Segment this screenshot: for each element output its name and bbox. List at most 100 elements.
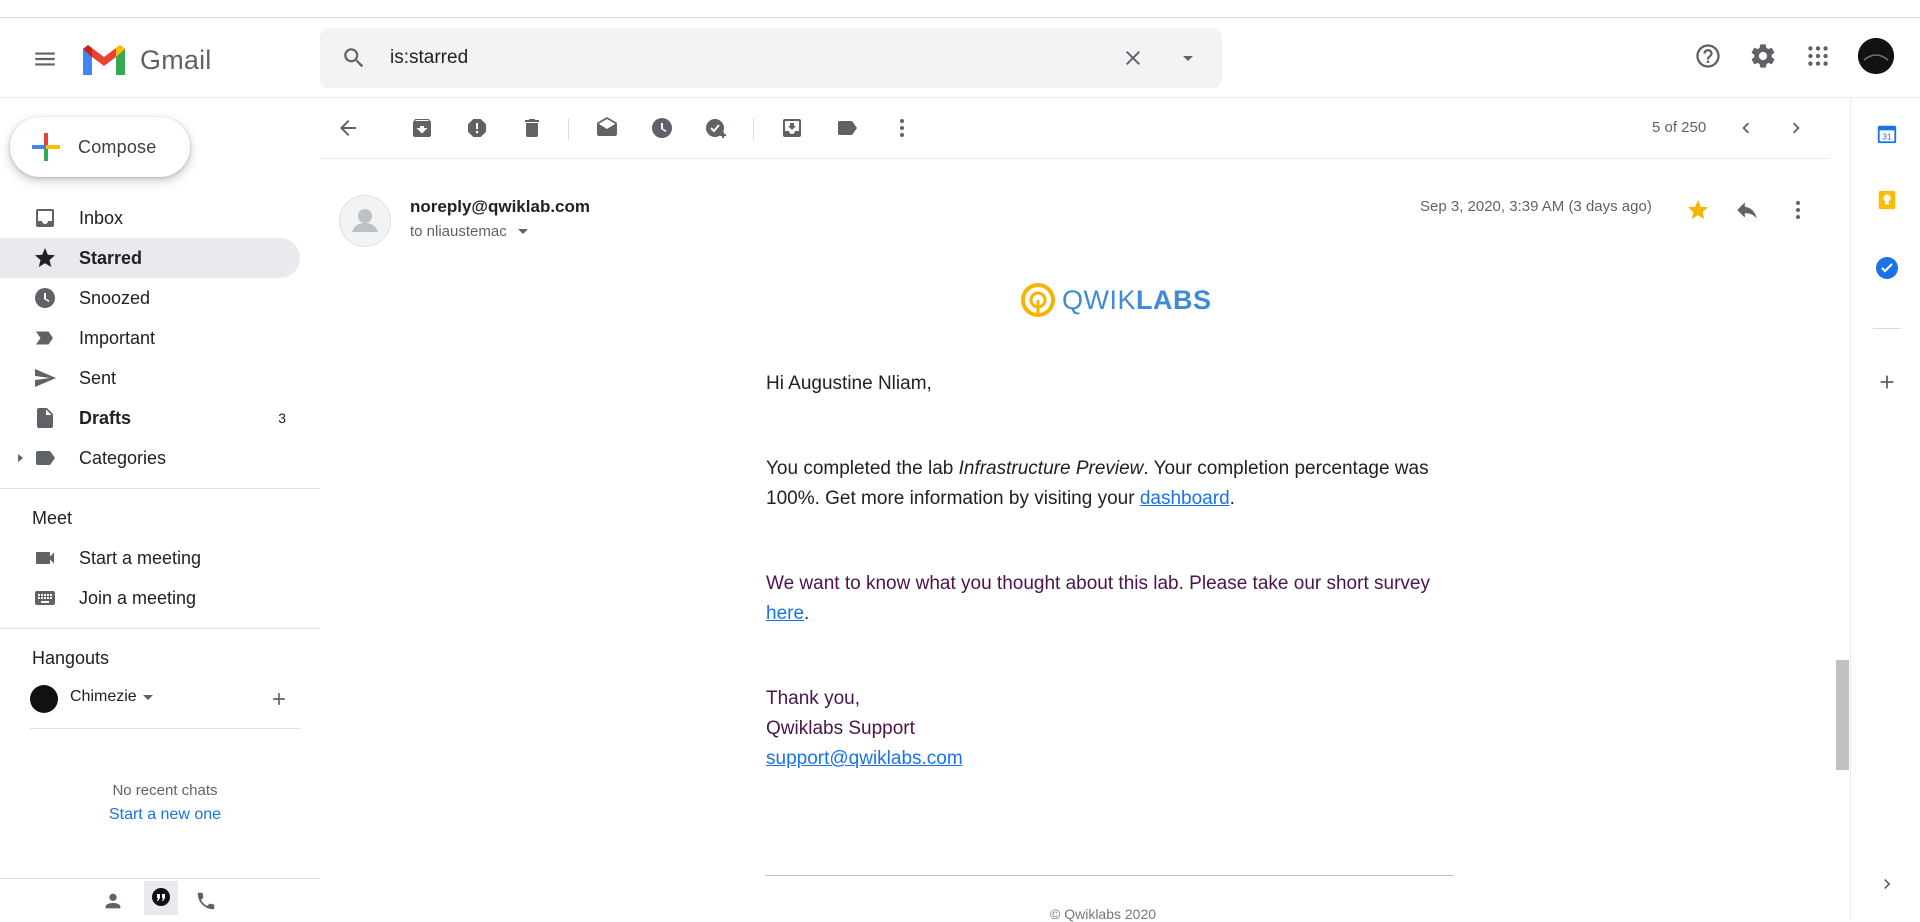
videocam-icon bbox=[32, 545, 58, 571]
join-meeting-item[interactable]: Join a meeting bbox=[0, 578, 300, 618]
expand-arrow-icon[interactable] bbox=[14, 452, 26, 464]
hangouts-divider bbox=[30, 728, 300, 729]
draft-icon bbox=[32, 405, 58, 431]
tasks-addon-button[interactable] bbox=[1871, 252, 1903, 284]
arrow-back-icon bbox=[340, 120, 356, 136]
search-input[interactable] bbox=[390, 42, 1010, 74]
meet-title: Meet bbox=[32, 508, 73, 528]
svg-text:31: 31 bbox=[1882, 133, 1892, 142]
report-icon bbox=[468, 119, 486, 137]
more-actions-button[interactable] bbox=[886, 112, 918, 144]
start-new-chat-link[interactable]: Start a new one bbox=[0, 806, 330, 824]
default-person-icon bbox=[352, 209, 378, 232]
more-vert-icon bbox=[1796, 201, 1800, 219]
older-button[interactable] bbox=[1780, 112, 1812, 144]
send-icon bbox=[32, 365, 58, 391]
chevron-left-icon bbox=[1742, 122, 1750, 134]
reply-button[interactable] bbox=[1730, 194, 1764, 226]
status-caret-icon[interactable] bbox=[142, 694, 154, 702]
conversations-tab[interactable] bbox=[144, 881, 178, 915]
gmail-logo[interactable]: Gmail bbox=[80, 40, 212, 80]
nav-sent[interactable]: Sent bbox=[0, 358, 300, 398]
scrollbar-track[interactable] bbox=[1836, 98, 1850, 920]
account-avatar[interactable] bbox=[1858, 38, 1894, 74]
report-spam-button[interactable] bbox=[461, 112, 493, 144]
nav-snoozed[interactable]: Snoozed bbox=[0, 278, 300, 318]
sender-email[interactable]: noreply@qwiklab.com bbox=[410, 197, 590, 217]
main-menu-button[interactable] bbox=[22, 36, 68, 82]
app-name: Gmail bbox=[140, 44, 212, 75]
nav-important[interactable]: Important bbox=[0, 318, 300, 358]
google-apps-button[interactable] bbox=[1800, 36, 1836, 76]
nav-label: Inbox bbox=[79, 207, 124, 228]
snooze-button[interactable] bbox=[646, 112, 678, 144]
top-header: Gmail bbox=[0, 18, 1920, 98]
nav-label: Drafts bbox=[79, 407, 132, 428]
nav-inbox[interactable]: Inbox bbox=[0, 198, 300, 238]
clear-search-button[interactable] bbox=[1115, 40, 1151, 76]
search-options-button[interactable] bbox=[1170, 40, 1206, 76]
compose-plus-icon bbox=[32, 133, 60, 161]
phone-icon bbox=[197, 892, 215, 910]
contacts-tab[interactable] bbox=[99, 887, 127, 915]
hamburger-menu-icon bbox=[35, 52, 55, 66]
toolbar-divider bbox=[568, 118, 569, 140]
support-email-row: support@qwiklabs.com bbox=[766, 744, 1466, 774]
chevron-right-icon bbox=[1884, 879, 1891, 889]
clock-icon bbox=[652, 118, 672, 138]
bookmarks-bar bbox=[0, 0, 1920, 18]
show-side-panel-button[interactable] bbox=[1871, 868, 1903, 900]
labels-button[interactable] bbox=[831, 112, 863, 144]
caret-down-icon bbox=[1183, 56, 1193, 61]
inbox-icon bbox=[32, 205, 58, 231]
lab-name: Infrastructure Preview bbox=[958, 458, 1144, 479]
details-caret-icon[interactable] bbox=[517, 228, 529, 236]
new-conversation-button[interactable] bbox=[266, 686, 292, 712]
add-to-tasks-button[interactable] bbox=[701, 112, 733, 144]
archive-icon bbox=[413, 119, 431, 137]
calendar-addon-button[interactable]: 31 bbox=[1871, 118, 1903, 150]
mark-unread-button[interactable] bbox=[591, 112, 623, 144]
hangouts-avatar bbox=[30, 685, 58, 713]
get-addons-button[interactable] bbox=[1871, 366, 1903, 398]
phone-tab[interactable] bbox=[192, 887, 220, 915]
nav-label: Start a meeting bbox=[79, 547, 202, 568]
start-meeting-item[interactable]: Start a meeting bbox=[0, 538, 300, 578]
label-icon bbox=[838, 121, 857, 135]
dashboard-link[interactable]: dashboard bbox=[1140, 488, 1230, 509]
nav-starred[interactable]: Starred bbox=[0, 238, 300, 278]
scrollbar-thumb[interactable] bbox=[1836, 660, 1849, 770]
delete-button[interactable] bbox=[516, 112, 548, 144]
support-email-link[interactable]: support@qwiklabs.com bbox=[766, 748, 963, 769]
message-more-button[interactable] bbox=[1782, 194, 1814, 226]
recipient-text: to nliaustemac bbox=[410, 223, 507, 240]
back-button[interactable] bbox=[332, 112, 364, 144]
move-to-button[interactable] bbox=[776, 112, 808, 144]
email-signoff: Thank you, bbox=[766, 688, 860, 709]
message-date: Sep 3, 2020, 3:39 AM (3 days ago) bbox=[1420, 198, 1652, 215]
help-button[interactable] bbox=[1690, 36, 1726, 76]
clock-icon bbox=[32, 285, 58, 311]
brand-light-text: QWIK bbox=[1062, 284, 1136, 315]
archive-button[interactable] bbox=[406, 112, 438, 144]
hangouts-user[interactable]: Chimezie bbox=[30, 682, 300, 714]
nav-categories[interactable]: Categories bbox=[0, 438, 300, 478]
compose-button[interactable]: Compose bbox=[10, 117, 190, 177]
side-panel: 31 bbox=[1850, 98, 1920, 920]
search-button[interactable] bbox=[338, 42, 370, 74]
nav-label: Sent bbox=[79, 367, 117, 388]
sender-avatar bbox=[339, 195, 391, 247]
no-recent-chats: No recent chats bbox=[112, 782, 218, 799]
newer-button[interactable] bbox=[1730, 112, 1762, 144]
star-button[interactable] bbox=[1682, 194, 1714, 226]
qwiklabs-logo: QWIKLABS bbox=[1020, 280, 1212, 320]
nav-drafts[interactable]: Drafts 3 bbox=[0, 398, 300, 438]
keep-addon-button[interactable] bbox=[1871, 184, 1903, 216]
gmail-m-icon bbox=[83, 45, 125, 75]
survey-link[interactable]: here bbox=[766, 603, 804, 624]
hangouts-quote-icon bbox=[152, 888, 170, 906]
mark-unread-icon bbox=[597, 117, 617, 136]
help-icon bbox=[1696, 44, 1720, 68]
recipient-details[interactable]: to nliaustemac bbox=[410, 223, 529, 240]
settings-button[interactable] bbox=[1745, 36, 1781, 76]
